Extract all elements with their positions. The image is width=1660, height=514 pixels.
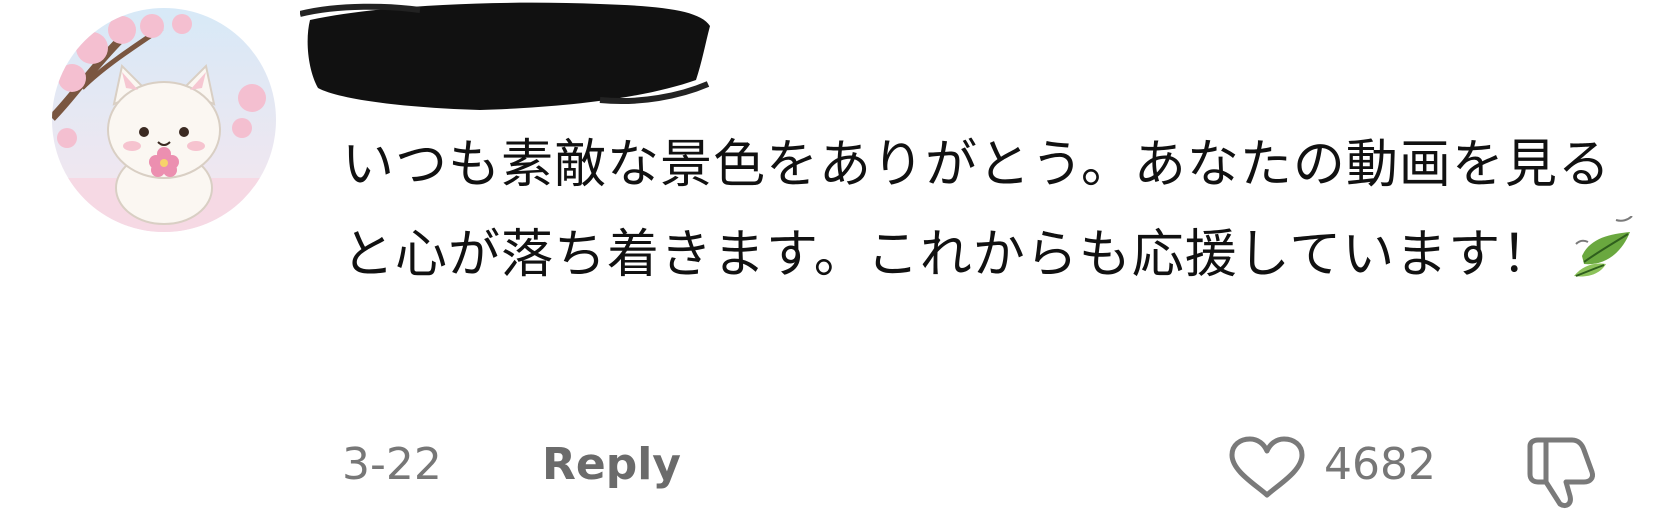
leaf-emoji-icon — [1572, 215, 1636, 308]
heart-icon — [1229, 436, 1305, 498]
comment-body: いつも素敵な景色をありがとう。あなたの動画を見ると心が落ち着きます。これからも応… — [342, 135, 1611, 285]
comment-footer: 3-22 Reply 4682 — [342, 430, 1602, 509]
dislike-button[interactable] — [1522, 434, 1602, 510]
username-redacted[interactable] — [300, 0, 760, 118]
like-count: 4682 — [1324, 439, 1436, 490]
comment-text: いつも素敵な景色をありがとう。あなたの動画を見ると心が落ち着きます。これからも応… — [342, 120, 1642, 308]
thumbs-down-icon — [1527, 437, 1595, 509]
redaction-scribble — [300, 2, 710, 110]
reply-button[interactable]: Reply — [542, 430, 681, 500]
comment-item: いつも素敵な景色をありがとう。あなたの動画を見ると心が落ち着きます。これからも応… — [0, 0, 1660, 513]
user-avatar[interactable] — [52, 8, 276, 232]
comment-date: 3-22 — [342, 439, 442, 490]
like-button[interactable] — [1226, 435, 1308, 499]
cat-avatar-icon — [52, 8, 276, 232]
